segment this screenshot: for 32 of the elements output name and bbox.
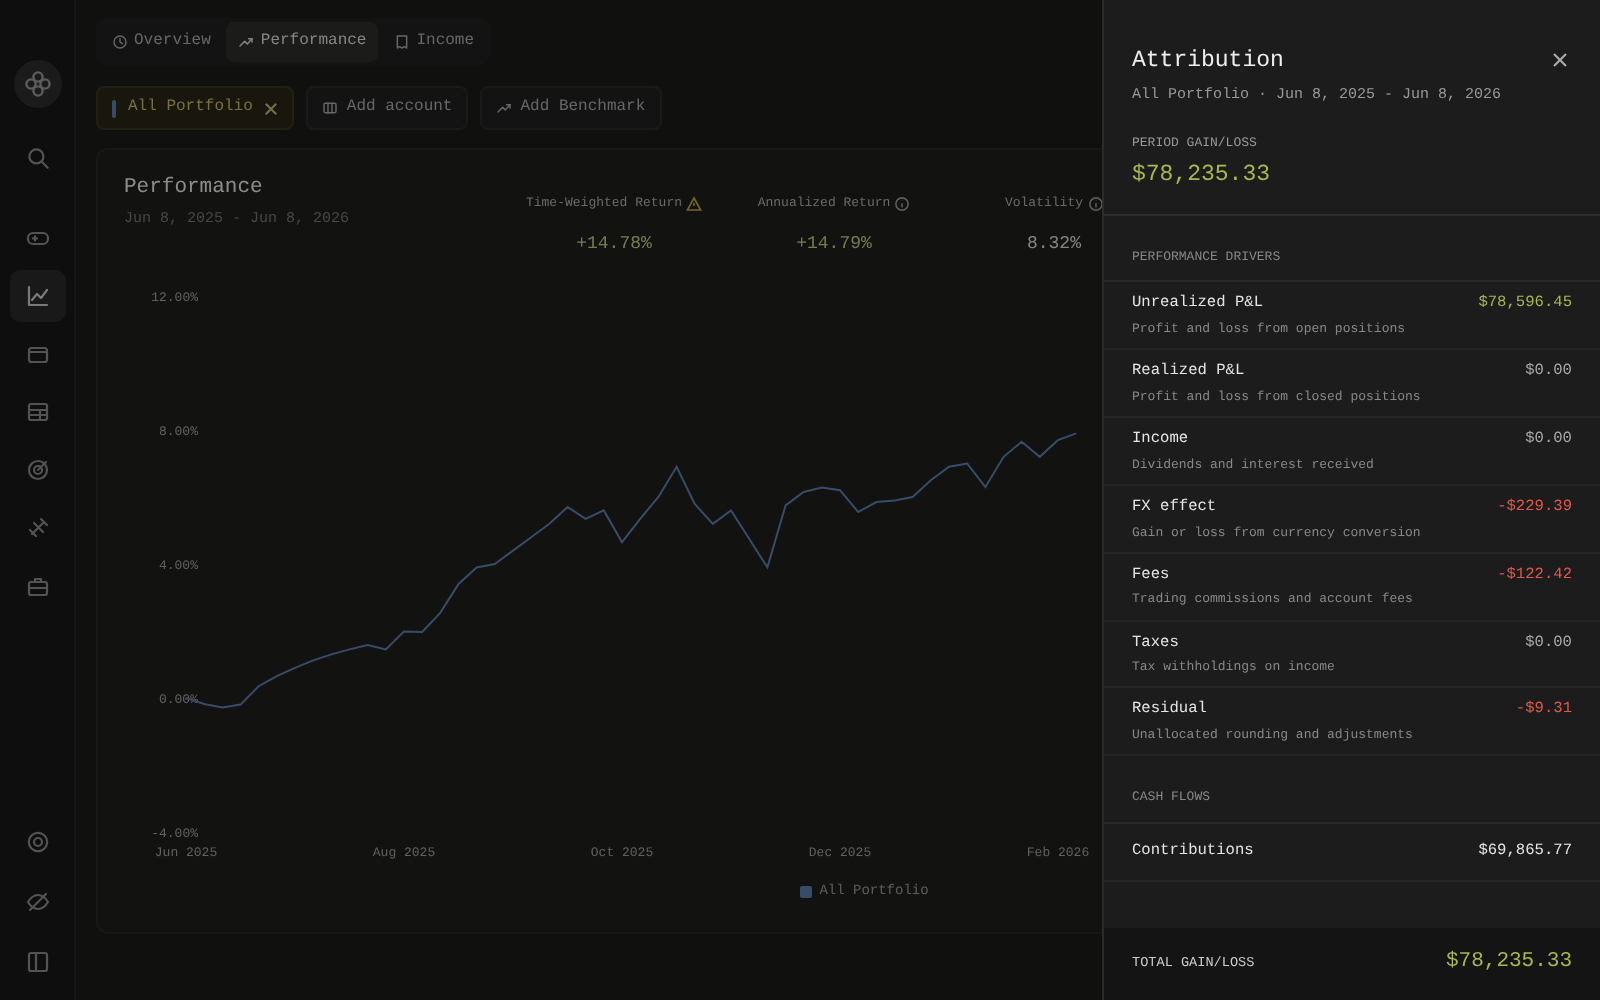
total-value: $78,235.33 — [1445, 948, 1572, 979]
remove-icon[interactable] — [264, 101, 279, 115]
gamepad-icon — [25, 226, 49, 250]
line-chart-icon — [25, 284, 49, 308]
drawer-title: Attribution — [1132, 46, 1284, 78]
logo-icon — [13, 60, 61, 108]
clock-icon — [112, 34, 128, 50]
action-button[interactable]: Add account — [306, 86, 469, 130]
chip-label: All Portfolio — [128, 96, 253, 120]
trend-icon — [496, 100, 513, 116]
tab[interactable]: Overview — [100, 22, 223, 62]
wallet-icon — [25, 342, 49, 366]
sidebar-toggle-icon — [25, 950, 49, 974]
metric-value: +14.78% — [574, 232, 654, 258]
tab[interactable]: Income — [382, 22, 487, 62]
period-value: $78,235.33 — [1132, 160, 1273, 193]
eye-off-icon — [25, 890, 49, 914]
portfolio-chip[interactable]: All Portfolio — [96, 86, 295, 130]
card-title: Performance — [124, 174, 265, 204]
briefcase-icon — [25, 574, 49, 598]
action-button[interactable]: Add Benchmark — [480, 86, 662, 130]
receipt-icon — [394, 34, 411, 50]
close-icon — [1552, 52, 1568, 69]
trend-icon — [238, 34, 255, 50]
settings-icon — [25, 830, 49, 854]
columns-icon — [322, 100, 339, 116]
target-icon — [25, 458, 49, 482]
sidebar-button[interactable] — [9, 270, 65, 322]
metric-value: +14.79% — [794, 232, 874, 258]
table-icon — [25, 400, 49, 424]
tab[interactable]: Performance — [226, 22, 379, 62]
search-icon — [25, 146, 49, 170]
